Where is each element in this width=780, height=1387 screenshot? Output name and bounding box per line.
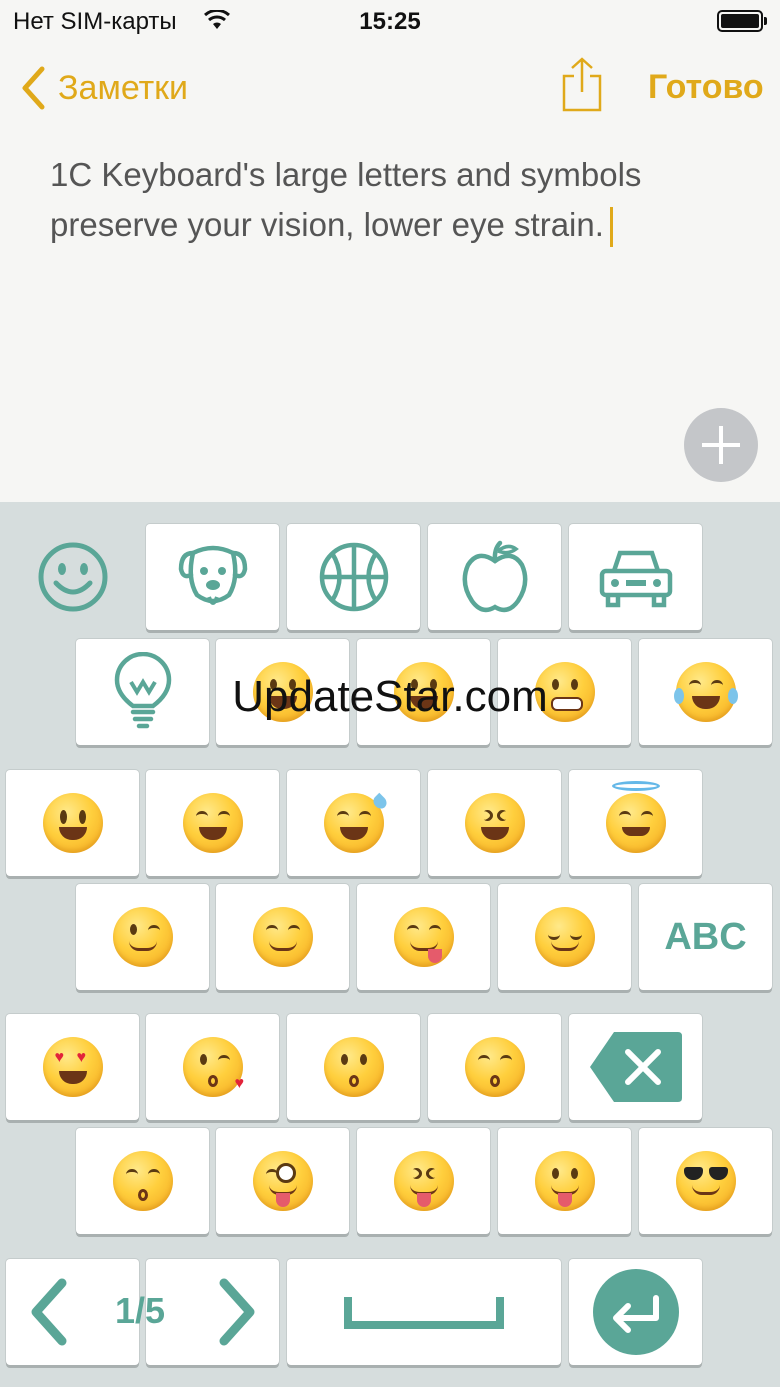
kissing-heart-face-icon: ♥	[182, 1037, 244, 1097]
category-smileys-key[interactable]	[6, 524, 139, 630]
emoji-key[interactable]	[76, 1128, 209, 1234]
emoji-key[interactable]	[639, 1128, 772, 1234]
car-icon	[599, 550, 672, 608]
sweat-smile-face-icon	[323, 792, 389, 853]
grinning-face-icon	[252, 662, 313, 722]
status-bar: Нет SIM-карты 15:25	[0, 0, 780, 44]
backspace-button[interactable]	[569, 1014, 702, 1120]
clock: 15:25	[359, 8, 421, 35]
note-text: 1C Keyboard's large letters and symbols …	[50, 156, 642, 243]
emoji-key[interactable]	[357, 1128, 490, 1234]
return-icon	[592, 1269, 679, 1355]
chevron-left-icon	[22, 66, 45, 110]
emoji-key[interactable]	[76, 884, 209, 990]
chevron-right-icon	[219, 1278, 254, 1346]
space-bar[interactable]	[287, 1259, 561, 1365]
tears-of-joy-face-icon	[673, 662, 738, 722]
squinting-tongue-face-icon	[393, 1151, 454, 1211]
chevron-left-icon	[31, 1278, 66, 1346]
kissing-closed-eyes-face-icon	[112, 1151, 173, 1211]
emoji-key[interactable]: ♥	[146, 1014, 279, 1120]
category-activity-key[interactable]	[287, 524, 420, 630]
back-label: Заметки	[58, 68, 189, 107]
sunglasses-face-icon	[675, 1151, 736, 1211]
battery-icon	[717, 10, 767, 32]
emoji-key[interactable]	[428, 770, 561, 876]
relieved-face-icon	[534, 907, 595, 967]
emoji-key[interactable]	[639, 639, 772, 745]
done-button[interactable]: Готово	[648, 68, 764, 107]
halo-face-icon	[605, 781, 666, 853]
smiley-face-icon	[42, 793, 103, 853]
abc-label: ABC	[664, 915, 747, 958]
emoji-key[interactable]	[287, 770, 420, 876]
emoji-key[interactable]	[6, 770, 139, 876]
space-icon	[344, 1297, 504, 1329]
return-button[interactable]	[569, 1259, 702, 1365]
winking-face-icon	[112, 907, 173, 967]
dog-icon	[178, 545, 247, 605]
text-cursor	[609, 207, 613, 248]
share-icon[interactable]	[558, 56, 606, 114]
emoji-key[interactable]: ♥ ♥	[6, 1014, 139, 1120]
emoji-key[interactable]	[569, 770, 702, 876]
lightbulb-icon	[114, 652, 171, 729]
category-food-key[interactable]	[428, 524, 561, 630]
yum-face-icon	[393, 907, 454, 967]
backspace-icon	[589, 1032, 682, 1102]
add-attachment-button[interactable]	[684, 408, 758, 482]
apple-icon	[462, 540, 527, 613]
tongue-face-icon	[534, 1151, 595, 1211]
basketball-icon	[319, 542, 388, 612]
emoji-key[interactable]	[498, 639, 631, 745]
category-travel-key[interactable]	[569, 524, 702, 630]
emoji-key[interactable]	[357, 884, 490, 990]
kissing-face-icon	[323, 1037, 384, 1097]
category-animals-key[interactable]	[146, 524, 279, 630]
smiley-icon	[38, 542, 107, 612]
laughing-face-icon	[464, 793, 525, 853]
back-button[interactable]: Заметки	[20, 64, 188, 112]
emoji-key[interactable]	[428, 1014, 561, 1120]
winking-tongue-face-icon	[252, 1151, 313, 1211]
heart-eyes-face-icon: ♥ ♥	[42, 1037, 103, 1097]
grinning-face-icon	[393, 662, 454, 722]
category-objects-key[interactable]	[76, 639, 209, 745]
emoji-key[interactable]	[357, 639, 490, 745]
page-indicator: 1/5	[114, 1290, 166, 1331]
note-body[interactable]: 1C Keyboard's large letters and symbols …	[50, 150, 740, 250]
emoji-key[interactable]	[216, 639, 349, 745]
emoji-key[interactable]	[498, 1128, 631, 1234]
emoji-key[interactable]	[498, 884, 631, 990]
emoji-key[interactable]	[216, 1128, 349, 1234]
kissing-smiling-eyes-face-icon	[464, 1037, 525, 1097]
abc-button[interactable]: ABC	[639, 884, 772, 990]
emoji-key[interactable]	[287, 1014, 420, 1120]
emoji-key[interactable]	[146, 770, 279, 876]
smile-face-icon	[182, 793, 243, 853]
emoji-key[interactable]	[216, 884, 349, 990]
grimacing-face-icon	[534, 662, 595, 722]
blush-face-icon	[252, 907, 313, 967]
